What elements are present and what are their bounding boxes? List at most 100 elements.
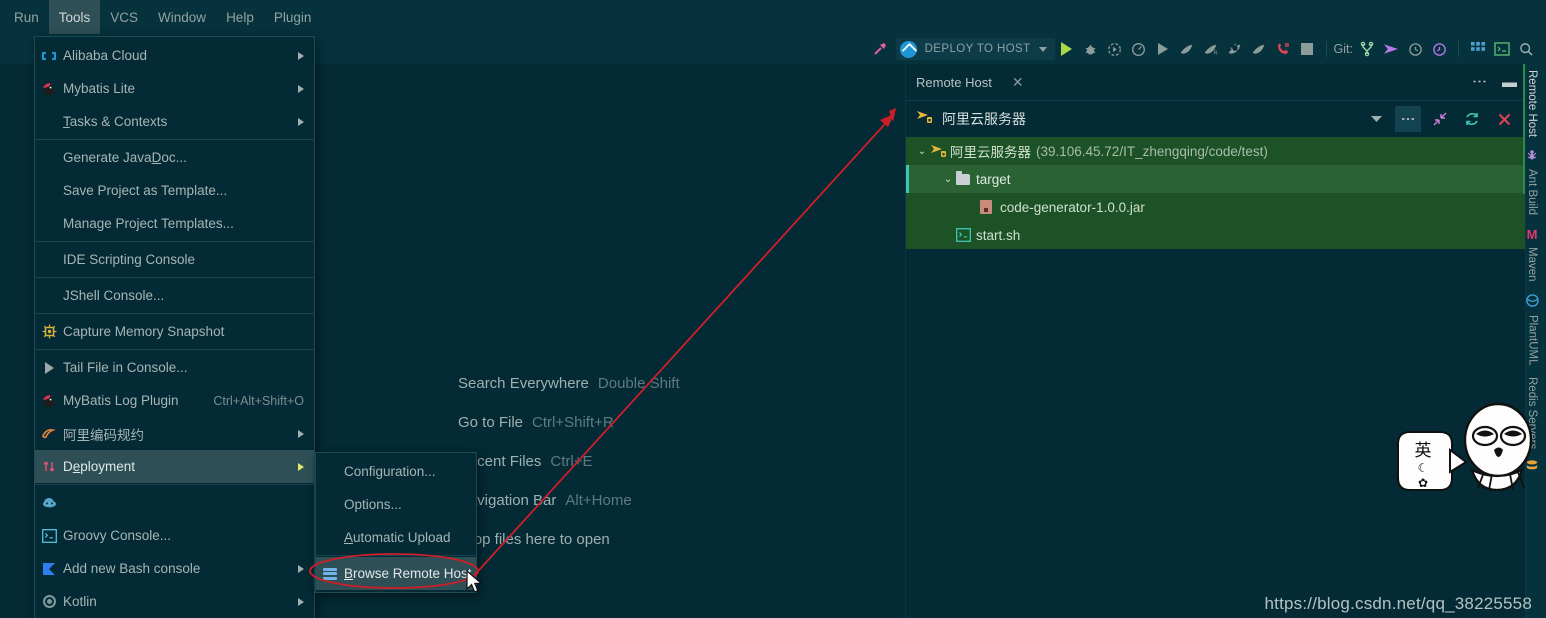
rollback-icon[interactable] [1427,37,1451,61]
hammer-build-icon[interactable] [868,37,892,61]
menubar-item-help[interactable]: Help [216,0,264,34]
stripe-label: Maven [1526,247,1538,282]
tree-row-label: code-generator-1.0.0.jar [1000,199,1145,215]
menu-item-save-project-as-template[interactable]: Save Project as Template... [35,174,314,207]
menubar-item-vcs[interactable]: VCS [100,0,148,34]
menu-item-jshell-console[interactable]: JShell Console... [35,279,314,312]
refresh-icon[interactable] [1459,106,1485,132]
ant-icon [1526,149,1538,164]
menubar-item-plugin[interactable]: Plugin [264,0,322,34]
menu-item-label: IDE Scripting Console [63,252,196,267]
dropdown-icon[interactable] [1363,106,1389,132]
tree-row-jar[interactable]: code-generator-1.0.0.jar [906,193,1525,221]
remote-host-connection-icon [930,143,950,159]
submenu-item-options[interactable]: Options... [316,488,476,521]
stop-icon[interactable] [1295,37,1319,61]
menu-item-groovy-console[interactable] [35,486,314,519]
stripe-button-maven[interactable]: M Maven [1526,221,1538,288]
submenu-item-configuration[interactable]: Configuration... [316,455,476,488]
menubar-item-window[interactable]: Window [148,0,216,34]
alibaba-cloud-icon [35,50,63,62]
close-connection-icon[interactable] [1491,106,1517,132]
tree-row-target[interactable]: ⌄ target [906,165,1525,193]
tree-row-label: target [976,171,1011,187]
tab-remote-host[interactable]: Remote Host [916,75,992,90]
attach-debug-icon[interactable]: R [1199,37,1223,61]
chevron-right-icon [298,429,304,438]
hint-shortcut: Alt+Home [565,492,632,509]
more-options-icon[interactable]: ⋮ [1471,74,1489,90]
hint-row-drop-files: Drop files here to open [458,520,680,559]
profiler-icon[interactable] [1127,37,1151,61]
search-icon[interactable] [1514,37,1538,61]
menu-item-label: Deployment [63,459,136,474]
run-with-coverage-icon[interactable] [1103,37,1127,61]
tree-row-label: 阿里云服务器 [950,145,1031,160]
chevron-down-icon[interactable]: ⌄ [940,174,956,185]
kotlin-icon [35,562,63,576]
menu-item-ide-scripting-console[interactable]: IDE Scripting Console [35,243,314,276]
menu-divider [35,139,314,140]
deployment-icon [35,459,63,474]
coverage-icon[interactable] [1247,37,1271,61]
run-configuration-label: DEPLOY TO HOST [924,43,1031,55]
stripe-button-remote-host[interactable]: Remote Host [1526,64,1538,143]
submenu-item-browse-remote-host[interactable]: Browse Remote Host [316,557,476,590]
chevron-right-icon [298,597,304,606]
gear-icon: ✿ [1418,476,1428,490]
branch-icon[interactable] [1355,37,1379,61]
hint-shortcut: Ctrl+Shift+R [532,414,614,431]
menu-item-manage-project-templates[interactable]: Manage Project Templates... [35,207,314,240]
menu-item-kotlin[interactable]: Add new Bash console [35,552,314,585]
menu-item-generate-javadoc[interactable]: Generate JavaDoc... [35,141,314,174]
terminal-icon[interactable] [1490,37,1514,61]
menu-item-tasks-and-contexts[interactable]: Tasks & Contexts [35,105,314,138]
debug-icon[interactable] [1079,37,1103,61]
stripe-button-restservices[interactable]: PlantUML [1526,288,1539,372]
ime-mode-label: 英 [1415,441,1432,461]
grid-icon[interactable] [1466,37,1490,61]
update-project-icon[interactable] [1379,37,1403,61]
run-configuration-selector[interactable]: DEPLOY TO HOST [895,38,1055,60]
menu-item-material-theme[interactable]: Kotlin [35,585,314,618]
minimize-icon[interactable]: ▬ [1502,74,1517,91]
stop-debug-icon[interactable] [1223,37,1247,61]
mybatis-bird-icon [35,81,63,96]
run-icon[interactable] [1055,37,1079,61]
menubar-item-tools[interactable]: Tools [48,0,101,34]
run-alt-icon[interactable] [1151,37,1175,61]
tree-row-path: (39.106.45.72/IT_zhengqing/code/test) [1036,143,1268,159]
menu-item-tail-file-in-console[interactable]: Tail File in Console... [35,351,314,384]
menu-item-deployment[interactable]: Deployment [35,450,314,483]
ime-floating-indicator[interactable]: 英 ☾ ✿ [1392,392,1542,507]
chevron-right-icon [298,462,304,471]
menu-item-alibaba-cloud[interactable]: Alibaba Cloud [35,39,314,72]
menubar-label: Help [226,9,254,25]
history-icon[interactable] [1403,37,1427,61]
hint-row-go-to-file: Go to File Ctrl+Shift+R [458,403,680,442]
host-selector[interactable]: 阿里云服务器 [916,109,1026,130]
menubar-item-run[interactable]: Run [4,0,49,34]
ellipsis-button[interactable] [1395,106,1421,132]
collapse-all-icon[interactable] [1427,106,1453,132]
menubar-label: VCS [110,9,139,25]
menu-item-mybatis-lite[interactable]: Mybatis Lite [35,72,314,105]
toolbar-divider-2 [1458,41,1459,57]
menu-item-mybatis-log-plugin[interactable]: MyBatis Log Plugin Ctrl+Alt+Shift+O [35,384,314,417]
chevron-down-icon[interactable]: ⌄ [914,146,930,157]
menu-item-alibaba-p3c[interactable]: 阿里编码规约 [35,417,314,450]
chevron-right-icon [298,51,304,60]
menu-item-label: Add new Bash console [63,561,201,576]
hint-label: Search Everywhere [458,375,589,392]
menu-item-label: Alibaba Cloud [63,48,148,63]
stripe-button-ant-build[interactable]: Ant Build [1526,143,1538,221]
submenu-item-automatic-upload[interactable]: Automatic Upload [316,521,476,554]
mute-breakpoints-icon[interactable] [1271,37,1295,61]
tree-row-host-root[interactable]: ⌄ 阿里云服务器 (39.106.45.72/IT_zhengqing/code… [906,137,1525,165]
tree-row-startsh[interactable]: start.sh [906,221,1525,249]
stripe-label: Ant Build [1526,169,1538,216]
menu-item-capture-memory-snapshot[interactable]: Capture Memory Snapshot [35,315,314,348]
close-icon[interactable]: ✕ [1012,74,1024,91]
rerun-icon[interactable] [1175,37,1199,61]
menu-item-add-new-bash-console[interactable]: Groovy Console... [35,519,314,552]
